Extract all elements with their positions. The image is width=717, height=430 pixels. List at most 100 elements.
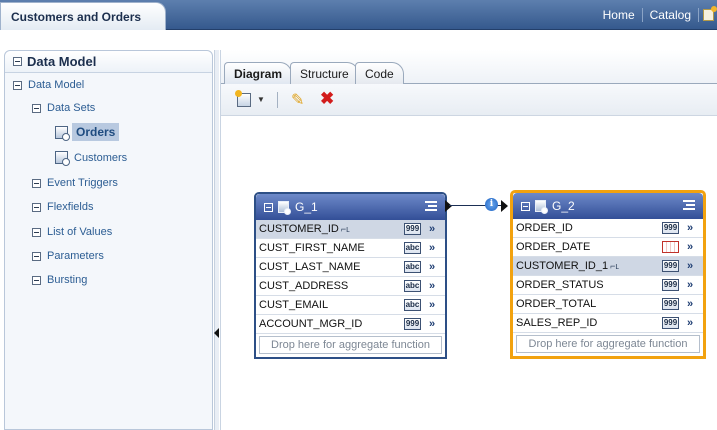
collapse-icon[interactable] (32, 251, 41, 261)
collapse-icon[interactable] (264, 202, 273, 212)
link-arrow-icon (501, 200, 508, 212)
double-chevron-right-icon[interactable]: » (429, 299, 441, 311)
text-type-icon: abc (404, 261, 421, 273)
field-name-text: ORDER_ID (516, 222, 573, 234)
tab-structure[interactable]: Structure (290, 62, 359, 84)
field-row[interactable]: CUST_LAST_NAME abc » (256, 258, 445, 277)
field-name: ORDER_DATE (516, 241, 662, 253)
new-data-set-icon[interactable] (235, 90, 251, 107)
new-report-icon[interactable] (699, 0, 717, 30)
diagram-toolbar: ▼ ✎ ✖ (221, 84, 717, 116)
text-type-icon: abc (404, 299, 421, 311)
double-chevron-right-icon[interactable]: » (687, 317, 699, 329)
group-box-g1[interactable]: G_1 CUSTOMER_ID ⌐ʟ 999» CUST_FIRST_NAME abc»… (254, 192, 447, 359)
field-name: SALES_REP_ID (516, 317, 662, 329)
group-header[interactable]: G_2 (513, 193, 703, 219)
collapse-icon[interactable] (32, 103, 41, 113)
date-type-icon (662, 241, 679, 253)
double-chevron-right-icon[interactable]: » (687, 260, 699, 272)
collapse-icon[interactable] (13, 80, 22, 90)
field-row[interactable]: CUST_EMAIL abc » (256, 296, 445, 315)
tree-item-bursting[interactable]: Bursting (32, 274, 87, 286)
number-type-icon: 999 (404, 318, 421, 330)
double-chevron-right-icon[interactable]: » (687, 222, 699, 234)
collapse-icon[interactable] (32, 178, 41, 188)
number-type-icon: 999 (662, 222, 679, 234)
top-links: Home Catalog (596, 0, 717, 30)
delete-x-icon[interactable]: ✖ (320, 89, 334, 109)
catalog-link[interactable]: Catalog (643, 8, 699, 22)
home-link[interactable]: Home (596, 8, 643, 22)
tree-item-label: Event Triggers (47, 177, 118, 189)
group-box-g2[interactable]: G_2 ORDER_ID 999 » ORDER_DATE » CUSTOMER_ID_1… (510, 190, 706, 359)
aggregate-drop-zone[interactable]: Drop here for aggregate function (259, 336, 442, 354)
field-name-text: ORDER_STATUS (516, 279, 604, 291)
field-row[interactable]: CUSTOMER_ID ⌐ʟ 999» (256, 220, 445, 239)
collapse-arrow-icon[interactable] (214, 328, 219, 338)
field-row[interactable]: CUSTOMER_ID_1 ⌐ʟ 999» (513, 257, 703, 276)
collapse-icon[interactable] (521, 201, 530, 211)
field-row[interactable]: SALES_REP_ID 999 » (513, 314, 703, 333)
tab-diagram[interactable]: Diagram (224, 62, 293, 85)
tree-item-flexfields[interactable]: Flexfields (32, 201, 93, 213)
number-type-icon: 999 (662, 317, 679, 329)
field-name: CUST_ADDRESS (259, 280, 404, 292)
group-menu-icon[interactable] (425, 201, 437, 213)
field-name-text: CUST_ADDRESS (259, 280, 349, 292)
double-chevron-right-icon[interactable]: » (429, 242, 441, 254)
field-name-text: CUSTOMER_ID_1 (516, 260, 609, 272)
group-header[interactable]: G_1 (256, 194, 445, 220)
field-row[interactable]: ORDER_ID 999 » (513, 219, 703, 238)
field-name: CUST_EMAIL (259, 299, 404, 311)
collapse-panel-icon[interactable] (13, 57, 22, 66)
field-row[interactable]: ORDER_TOTAL 999 » (513, 295, 703, 314)
pencil-icon[interactable]: ✎ (291, 90, 304, 110)
number-type-icon: 999 (404, 223, 421, 235)
tab-strip: Diagram Structure Code (221, 50, 717, 85)
tree-item-label: Bursting (47, 274, 88, 286)
field-row[interactable]: CUST_ADDRESS abc » (256, 277, 445, 296)
double-chevron-right-icon[interactable]: » (429, 223, 441, 235)
field-name: ORDER_STATUS (516, 279, 662, 291)
aggregate-drop-zone[interactable]: Drop here for aggregate function (516, 335, 700, 353)
tree-item-event-triggers[interactable]: Event Triggers (32, 177, 118, 189)
panel-splitter[interactable] (214, 50, 219, 430)
tree-root-data-model[interactable]: Data Model (13, 79, 84, 91)
panel-title: Data Model (27, 54, 97, 69)
field-row[interactable]: CUST_FIRST_NAME abc » (256, 239, 445, 258)
tree-item-label: Orders (72, 123, 120, 141)
tree-item-label: List of Values (47, 226, 113, 238)
double-chevron-right-icon[interactable]: » (429, 261, 441, 273)
field-name: CUST_LAST_NAME (259, 261, 404, 273)
collapse-icon[interactable] (32, 275, 41, 285)
tree-item-parameters[interactable]: Parameters (32, 250, 104, 262)
group-link-line[interactable] (449, 205, 507, 206)
group-name: G_2 (552, 199, 575, 213)
tree-item-label: Parameters (47, 250, 104, 262)
field-row[interactable]: ACCOUNT_MGR_ID 999 » (256, 315, 445, 334)
collapse-icon[interactable] (32, 227, 41, 237)
field-name-text: SALES_REP_ID (516, 317, 598, 329)
field-name: ACCOUNT_MGR_ID (259, 318, 404, 330)
field-row[interactable]: ORDER_DATE » (513, 238, 703, 257)
field-name-text: CUST_FIRST_NAME (259, 242, 365, 254)
tree-item-list-of-values[interactable]: List of Values (32, 226, 112, 238)
tab-code[interactable]: Code (355, 62, 404, 84)
info-icon[interactable]: i (485, 198, 498, 211)
tree-item-data-sets[interactable]: Data Sets (32, 102, 95, 114)
collapse-icon[interactable] (32, 202, 41, 212)
field-row[interactable]: ORDER_STATUS 999 » (513, 276, 703, 295)
group-menu-icon[interactable] (683, 200, 695, 212)
editor-panel: Diagram Structure Code ▼ ✎ ✖ G_1 CUSTOME… (220, 50, 717, 430)
double-chevron-right-icon[interactable]: » (687, 279, 699, 291)
tree-item-customers[interactable]: Customers (55, 151, 127, 166)
tree-root-label: Data Model (28, 79, 85, 91)
double-chevron-right-icon[interactable]: » (429, 318, 441, 330)
double-chevron-right-icon[interactable]: » (687, 241, 699, 253)
chevron-down-icon[interactable]: ▼ (257, 95, 265, 104)
tree-item-orders[interactable]: Orders (55, 123, 120, 141)
text-type-icon: abc (404, 280, 421, 292)
double-chevron-right-icon[interactable]: » (687, 298, 699, 310)
double-chevron-right-icon[interactable]: » (429, 280, 441, 292)
toolbar-divider (277, 92, 278, 108)
